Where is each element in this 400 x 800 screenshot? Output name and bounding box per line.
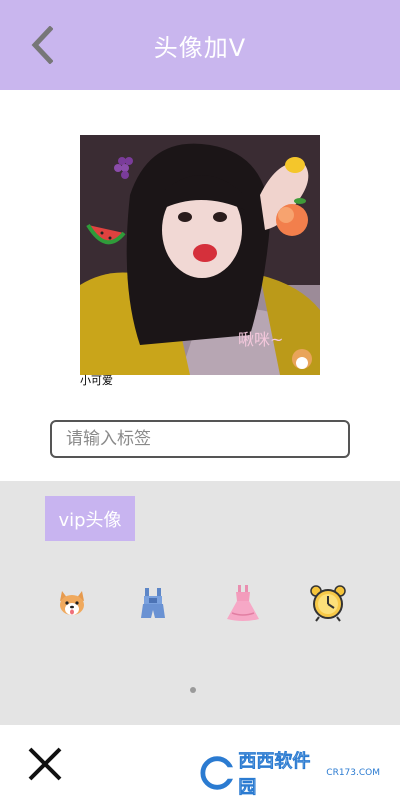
site-watermark: 西西软件园 CR173.COM: [200, 751, 380, 798]
title-bar: 头像加V: [0, 0, 400, 90]
corgi-icon: [60, 591, 84, 615]
corgi-icon: [292, 349, 312, 369]
lemon-icon: [285, 157, 305, 173]
overalls-sticker[interactable]: [131, 581, 175, 625]
dress-icon: [227, 585, 259, 621]
watermark-brand: 西西软件园: [238, 751, 311, 799]
avatar-caption: 小可爱: [80, 374, 113, 387]
close-icon: [28, 747, 62, 781]
sticker-panel: vip头像: [0, 481, 400, 725]
avatar-photo[interactable]: 啾咪~: [80, 135, 320, 375]
bottom-bar: 西西软件园 CR173.COM: [0, 725, 400, 800]
page-title: 头像加V: [153, 33, 247, 62]
tag-input[interactable]: [50, 420, 350, 458]
alarm-clock-icon: [310, 585, 346, 622]
close-button[interactable]: [24, 743, 66, 785]
page-indicator-dot: [190, 687, 196, 693]
photo-overlay-text: 啾咪~: [238, 330, 283, 349]
dress-sticker[interactable]: [221, 581, 265, 625]
alarm-clock-sticker[interactable]: [306, 581, 350, 625]
vip-avatar-tab[interactable]: vip头像: [45, 496, 135, 541]
watermark-url: CR173.COM: [326, 768, 380, 778]
overalls-icon: [141, 588, 165, 618]
sticker-row: [0, 581, 400, 625]
watermark-logo-icon: [200, 756, 235, 790]
corgi-sticker[interactable]: [50, 581, 94, 625]
avatar-illustration: 啾咪~: [80, 135, 320, 375]
